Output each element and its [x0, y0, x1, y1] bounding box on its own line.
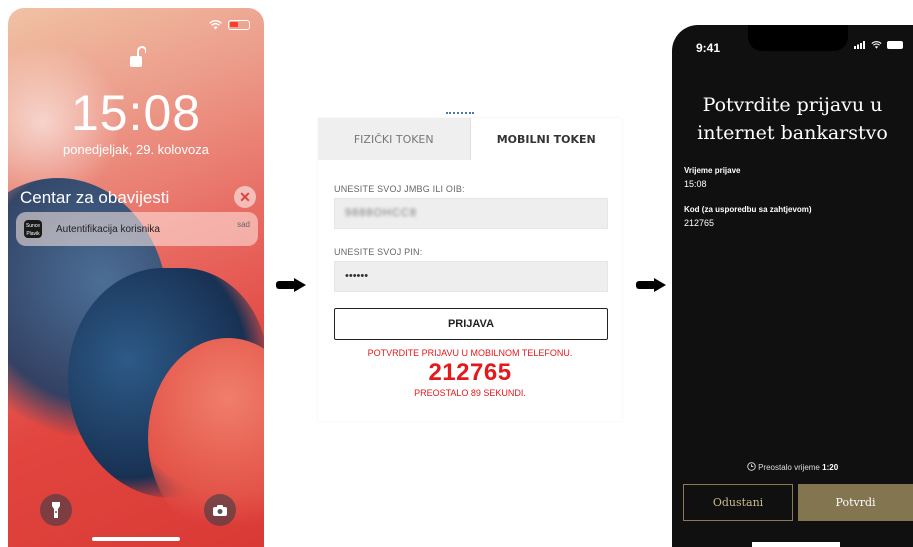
- flashlight-icon: [52, 502, 60, 518]
- signal-icon: [854, 41, 865, 49]
- notification-card[interactable]: Sunce Plavik Autentifikacija korisnika s…: [16, 212, 258, 246]
- page-title: Potvrdite prijavu u internet bankarstvo: [672, 91, 913, 147]
- stage: 15:08 ponedjeljak, 29. kolovoza Centar z…: [0, 0, 913, 547]
- wifi-icon: [209, 20, 222, 30]
- decoration: [446, 112, 474, 116]
- login-time-value: 15:08: [684, 179, 707, 189]
- remaining-time: PREOSTALO 89 SEKUNDI.: [414, 388, 526, 398]
- battery-icon: [228, 20, 250, 30]
- login-time-label: Vrijeme prijave: [684, 166, 741, 175]
- timer-label: Preostalo vrijeme: [758, 463, 820, 472]
- notification-text: Autentifikacija korisnika: [56, 223, 160, 235]
- id-field-label: UNESITE SVOJ JMBG ILI OIB:: [334, 184, 465, 194]
- confirm-button[interactable]: Potvrdi: [798, 484, 913, 521]
- login-button[interactable]: PRIJAVA: [334, 308, 608, 340]
- remaining-timer: Preostalo vrijeme 1:20: [672, 462, 913, 472]
- status-bar: [209, 20, 250, 30]
- camera-icon: [213, 504, 227, 516]
- pin-field-value: ••••••: [345, 270, 369, 282]
- lock-date: ponedjeljak, 29. kolovoza: [63, 142, 209, 157]
- pin-field[interactable]: ••••••: [334, 261, 608, 292]
- status-time: 9:41: [696, 41, 721, 55]
- token-tabs: FIZIČKI TOKEN MOBILNI TOKEN: [318, 118, 622, 160]
- unlock-icon: [130, 46, 146, 67]
- home-indicator[interactable]: [92, 537, 180, 541]
- flashlight-button[interactable]: [40, 494, 72, 526]
- code-value: 212765: [684, 218, 715, 228]
- cancel-button[interactable]: Odustani: [683, 484, 793, 521]
- confirm-message: POTVRDITE PRIJAVU U MOBILNOM TELEFONU.: [367, 348, 573, 358]
- id-field[interactable]: 9888OHCC8: [334, 198, 608, 229]
- home-indicator[interactable]: [752, 542, 840, 547]
- title-line: internet bankarstvo: [697, 122, 888, 144]
- phone-confirm-screen: 9:41 Potvrdite prijavu u internet bankar…: [672, 25, 913, 547]
- id-field-value: 9888OHCC8: [345, 207, 417, 219]
- wifi-icon: [871, 41, 882, 49]
- verification-code: 212765: [428, 359, 512, 386]
- tab-physical-token[interactable]: FIZIČKI TOKEN: [318, 118, 471, 160]
- tab-mobile-token[interactable]: MOBILNI TOKEN: [470, 118, 622, 160]
- title-line: Potvrdite prijavu u: [702, 94, 883, 116]
- app-icon-text: Sunce Plavik: [25, 223, 41, 237]
- web-login-panel: FIZIČKI TOKEN MOBILNI TOKEN UNESITE SVOJ…: [318, 112, 622, 421]
- battery-icon: [887, 41, 903, 49]
- notification-center-title: Centar za obavijesti: [20, 188, 170, 207]
- close-icon[interactable]: ✕: [234, 186, 256, 208]
- phone-notch: [748, 25, 848, 51]
- arrow-right-icon: [276, 278, 306, 292]
- lock-screen: 15:08 ponedjeljak, 29. kolovoza Centar z…: [8, 8, 264, 547]
- lock-time: 15:08: [70, 85, 202, 141]
- arrow-right-icon: [636, 278, 666, 292]
- pin-field-label: UNESITE SVOJ PIN:: [334, 247, 423, 257]
- notification-time: sad: [237, 220, 250, 229]
- bank-app-icon: Sunce Plavik: [24, 220, 42, 238]
- clock-icon: [747, 462, 756, 471]
- timer-value: 1:20: [822, 463, 839, 472]
- camera-button[interactable]: [204, 494, 236, 526]
- status-bar: [854, 41, 903, 49]
- code-label: Kod (za usporedbu sa zahtjevom): [684, 205, 812, 214]
